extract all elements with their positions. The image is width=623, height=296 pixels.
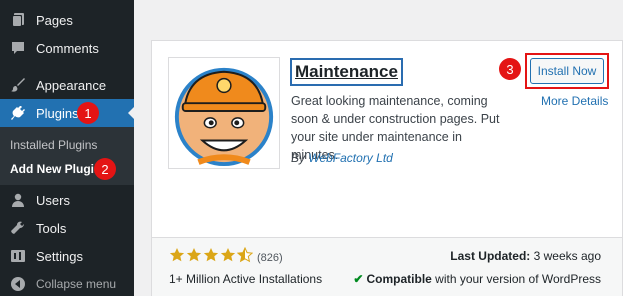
sidebar-item-plugins[interactable]: Plugins [0,99,134,127]
plugins-icon [0,105,36,121]
star-icon [220,247,237,268]
step-badge-2: 2 [94,158,116,180]
sidebar-item-comments[interactable]: Comments [0,34,134,62]
tools-icon [0,220,36,236]
author-link[interactable]: WebFactory Ltd [308,151,392,165]
appearance-icon [0,77,36,93]
plugin-author: By WebFactory Ltd [291,151,393,165]
sidebar-item-label: Users [36,192,70,208]
compatible-suffix: with your version of WordPress [431,272,601,286]
more-details-link[interactable]: More Details [541,94,608,108]
collapse-icon [0,276,36,292]
sidebar-item-label: Pages [36,12,73,28]
active-installs: 1+ Million Active Installations [169,272,323,286]
compatible-label: Compatible [366,272,432,286]
half-star-icon [236,246,254,268]
sidebar-item-users[interactable]: Users [0,186,134,214]
sidebar-item-label: Appearance [36,77,107,93]
submenu-installed-plugins[interactable]: Installed Plugins [10,138,97,152]
last-updated-value: 3 weeks ago [530,249,601,263]
settings-icon [0,248,36,264]
plugin-title-highlight: Maintenance [290,58,403,86]
sidebar-item-label: Comments [36,40,99,56]
comments-icon [0,40,36,56]
star-icon [169,247,186,268]
rating-count: (826) [257,251,283,264]
star-rating: (826) [169,246,283,268]
compatibility-status: ✔ Compatible with your version of WordPre… [353,272,601,286]
sidebar-item-settings[interactable]: Settings [0,242,134,270]
plugin-card-top: Maintenance Great looking maintenance, c… [152,41,622,237]
install-now-button[interactable]: Install Now [530,58,604,84]
sidebar-item-tools[interactable]: Tools [0,214,134,242]
sidebar-item-label: Plugins [36,105,79,121]
sidebar-item-pages[interactable]: Pages [0,6,134,34]
star-icon [186,247,203,268]
check-icon: ✔ [353,272,364,286]
plugins-submenu: Installed Plugins Add New Plugin [0,127,134,185]
step-badge-1: 1 [77,102,99,124]
step-badge-3: 3 [499,58,521,80]
plugin-card: Maintenance Great looking maintenance, c… [151,40,623,296]
sidebar-item-label: Settings [36,248,83,264]
current-menu-arrow [128,107,134,119]
collapse-menu-button[interactable]: Collapse menu [0,270,134,296]
plugin-logo-image [168,57,280,169]
admin-sidebar: Pages Comments Appearance Plugins Instal… [0,0,134,296]
author-prefix: By [291,151,309,165]
sidebar-item-label: Tools [36,220,67,236]
last-updated: Last Updated: 3 weeks ago [450,249,601,263]
pages-icon [0,12,36,28]
plugin-title-link[interactable]: Maintenance [295,62,398,81]
star-icon [203,247,220,268]
submenu-add-new-plugin[interactable]: Add New Plugin [10,162,101,176]
sidebar-item-appearance[interactable]: Appearance [0,71,134,99]
last-updated-label: Last Updated: [450,249,531,263]
collapse-label: Collapse menu [36,277,117,291]
users-icon [0,192,36,208]
